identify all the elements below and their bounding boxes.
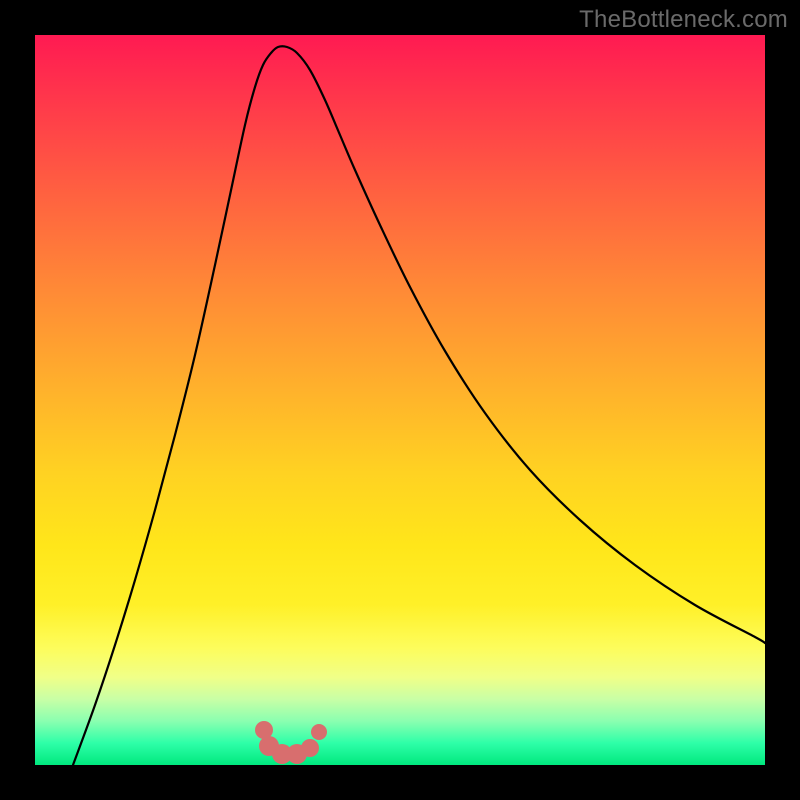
curve-svg (35, 35, 765, 765)
bottleneck-curve (73, 46, 765, 765)
marker-group (255, 721, 327, 764)
watermark-text: TheBottleneck.com (579, 6, 788, 34)
curve-marker (311, 724, 327, 740)
plot-area (35, 35, 765, 765)
chart-frame: TheBottleneck.com (0, 0, 800, 800)
curve-marker (301, 739, 319, 757)
